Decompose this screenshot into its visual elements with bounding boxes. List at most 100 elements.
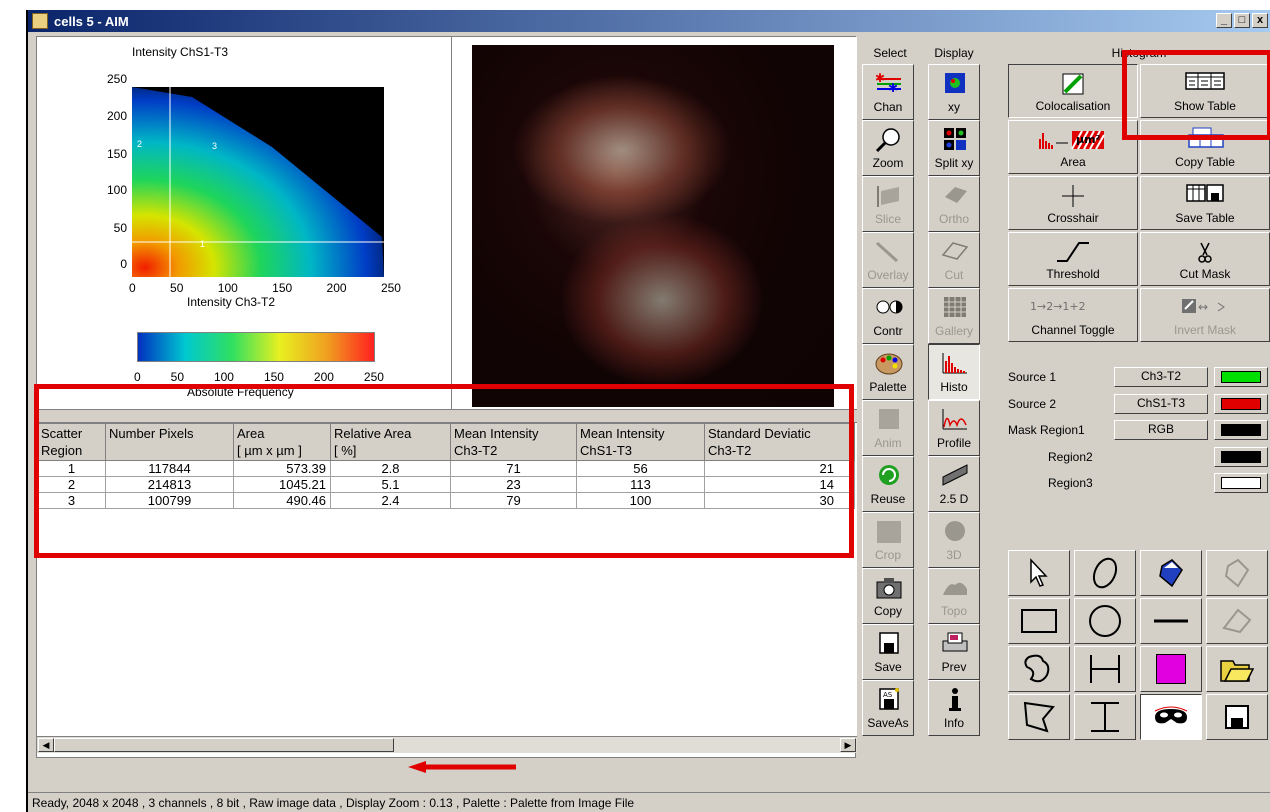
polygon-tool[interactable] <box>1008 694 1070 740</box>
channels-icon: ✱✱ <box>875 71 901 95</box>
minimize-button[interactable]: _ <box>1216 13 1232 28</box>
scroll-right-button[interactable]: ▶ <box>840 738 856 752</box>
source1-select[interactable]: Ch3-T2 <box>1114 367 1208 387</box>
arrow-tool[interactable] <box>1008 550 1070 596</box>
table-header-row: Scatter Region Number Pixels Area[ µm x µ… <box>37 423 855 461</box>
region3-color-button[interactable] <box>1214 473 1268 493</box>
zoom-button[interactable]: Zoom <box>862 120 914 176</box>
source1-color-button[interactable] <box>1214 367 1268 387</box>
colorbar-tick: 50 <box>170 370 184 384</box>
chan-button[interactable]: ✱ ✱ Chan <box>862 64 914 120</box>
col-header[interactable]: Relative Area[ %] <box>330 423 451 461</box>
microscopy-image[interactable] <box>472 45 834 407</box>
col-header[interactable]: Mean Intensity Ch3-T2 <box>450 423 577 461</box>
close-button[interactable]: x <box>1252 13 1268 28</box>
closed-curve-tool[interactable] <box>1074 550 1136 596</box>
mask-icon <box>1154 706 1188 724</box>
copy-button[interactable]: Copy <box>862 568 914 624</box>
channel-toggle-icon: 1→2→1+2 <box>1030 300 1086 313</box>
crop-button[interactable]: Crop <box>862 512 914 568</box>
histo-button[interactable]: Histo <box>928 344 980 400</box>
area-button[interactable]: µm² Area <box>1008 120 1138 174</box>
col-header[interactable]: Number Pixels <box>105 423 234 461</box>
maximize-button[interactable]: □ <box>1234 13 1250 28</box>
cut-button[interactable]: Cut <box>928 232 980 288</box>
cut-mask-button[interactable]: Cut Mask <box>1140 232 1270 286</box>
table-cell: 2.8 <box>330 460 451 477</box>
region2-color-button[interactable] <box>1214 447 1268 467</box>
mask-tool[interactable] <box>1140 694 1202 740</box>
polygon-icon <box>1023 701 1055 733</box>
table-row[interactable]: 3 100799 490.46 2.4 79 100 30 <box>37 492 855 509</box>
statistics-table-area: Scatter Region Number Pixels Area[ µm x µ… <box>37 423 857 753</box>
mask-region1-color <box>1221 424 1261 436</box>
rectangle-tool[interactable] <box>1008 598 1070 644</box>
save-button[interactable]: Save <box>862 624 914 680</box>
ortho-button[interactable]: Ortho <box>928 176 980 232</box>
source2-color-button[interactable] <box>1214 394 1268 414</box>
x-tick: 150 <box>272 281 293 295</box>
crosshair-button[interactable]: Crosshair <box>1008 176 1138 230</box>
saveas-button[interactable]: AS SaveAs <box>862 680 914 736</box>
slice-button[interactable]: Slice <box>862 176 914 232</box>
disabled-tool-1[interactable] <box>1206 550 1268 596</box>
col-header[interactable]: Mean Intensity ChS1-T3 <box>576 423 705 461</box>
line-icon <box>1154 619 1188 623</box>
copy-table-button[interactable]: Copy Table <box>1140 120 1270 174</box>
surface-icon <box>942 464 968 486</box>
load-mask-tool[interactable] <box>1140 550 1202 596</box>
table-cell: 2 <box>37 476 106 493</box>
disabled-tool-2[interactable] <box>1206 598 1268 644</box>
circle-tool[interactable] <box>1074 598 1136 644</box>
threshold-icon <box>1057 242 1089 262</box>
info-button[interactable]: Info <box>928 680 980 736</box>
save-table-icon <box>1186 184 1224 202</box>
profile-button[interactable]: Profile <box>928 400 980 456</box>
horizontal-scrollbar[interactable]: ◀ ▶ <box>37 736 857 753</box>
title-bar[interactable]: cells 5 - AIM _ □ x <box>28 10 1270 32</box>
freehand-tool[interactable] <box>1008 646 1070 692</box>
col-header[interactable]: Scatter Region <box>37 423 106 461</box>
colocalisation-button[interactable]: Colocalisation <box>1008 64 1138 118</box>
3d-button[interactable]: 3D <box>928 512 980 568</box>
show-table-button[interactable]: Show Table <box>1140 64 1270 118</box>
select-header: Select <box>873 46 907 60</box>
open-folder-tool[interactable] <box>1206 646 1268 692</box>
gallery-button[interactable]: Gallery <box>928 288 980 344</box>
overlay-button[interactable]: Overlay <box>862 232 914 288</box>
table-row[interactable]: 2 214813 1045.21 5.1 23 113 14 <box>37 476 855 493</box>
scroll-left-button[interactable]: ◀ <box>38 738 54 752</box>
splitter[interactable] <box>37 409 857 423</box>
table-row[interactable]: 1 117844 573.39 2.8 71 56 21 <box>37 460 855 477</box>
line-tool[interactable] <box>1140 598 1202 644</box>
contr-button[interactable]: Contr <box>862 288 914 344</box>
scatter-plot[interactable]: 1 2 3 <box>132 87 384 277</box>
palette-button[interactable]: Palette <box>862 344 914 400</box>
source2-select[interactable]: ChS1-T3 <box>1114 394 1208 414</box>
sphere-icon <box>945 521 965 541</box>
2-5d-button[interactable]: 2.5 D <box>928 456 980 512</box>
mask-region1-color-button[interactable] <box>1214 420 1268 440</box>
mask-color-tool[interactable] <box>1140 646 1202 692</box>
save-table-button[interactable]: Save Table <box>1140 176 1270 230</box>
reuse-button[interactable]: Reuse <box>862 456 914 512</box>
anim-button[interactable]: Anim <box>862 400 914 456</box>
histogram-header: Histogram <box>1111 46 1167 60</box>
vertical-measure-tool[interactable] <box>1074 694 1136 740</box>
mask-region1-select[interactable]: RGB <box>1114 420 1208 440</box>
invert-mask-button[interactable]: ↔ Invert Mask <box>1140 288 1270 342</box>
info-icon <box>949 688 961 711</box>
channel-toggle-button[interactable]: 1→2→1+2 Channel Toggle <box>1008 288 1138 342</box>
split-xy-button[interactable]: Split xy <box>928 120 980 176</box>
paint-bucket-icon <box>1159 559 1183 588</box>
col-header[interactable]: Standard Deviatic Ch3-T2 <box>704 423 855 461</box>
threshold-button[interactable]: Threshold <box>1008 232 1138 286</box>
horizontal-measure-tool[interactable] <box>1074 646 1136 692</box>
prev-button[interactable]: Prev <box>928 624 980 680</box>
save-mask-tool[interactable] <box>1206 694 1268 740</box>
magenta-swatch-icon <box>1156 654 1186 684</box>
scrollbar-thumb[interactable] <box>54 738 394 752</box>
col-header[interactable]: Area[ µm x µm ] <box>233 423 331 461</box>
topo-button[interactable]: Topo <box>928 568 980 624</box>
xy-button[interactable]: xy <box>928 64 980 120</box>
